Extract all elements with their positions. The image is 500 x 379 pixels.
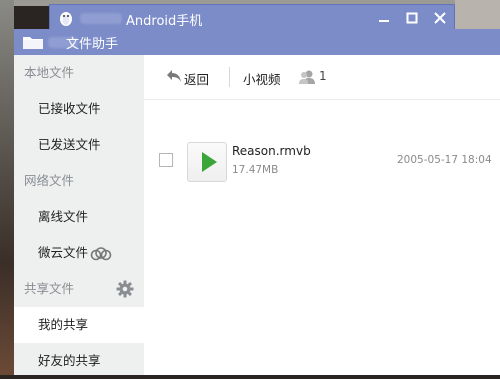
watermark-text: Baidu经验 [404,335,488,354]
sidebar: 本地文件 已接收文件 已发送文件 网络文件 离线文件 微云文件 共享文件 我的共… [14,55,144,375]
file-thumbnail[interactable] [187,142,227,182]
toolbar: 返回 小视频 1 [144,55,500,100]
users-icon[interactable] [298,69,316,85]
close-icon [434,12,446,24]
user-count: 1 [319,69,327,83]
sidebar-section-shared: 共享文件 [14,271,144,307]
gear-icon[interactable] [116,280,134,298]
sidebar-item-received[interactable]: 已接收文件 [14,91,144,127]
desktop-background-left [0,0,14,375]
sidebar-item-my-share[interactable]: 我的共享 [14,307,144,343]
android-phone-window: Android手机 [49,4,455,31]
blurred-device-name [80,13,122,24]
file-select-checkbox[interactable] [159,153,173,167]
desktop-background-right [455,0,500,30]
back-label: 返回 [184,72,210,87]
back-arrow-icon [167,70,181,82]
sidebar-item-weiyun-label: 微云文件 [38,245,89,260]
phone-window-title: Android手机 [126,14,203,29]
sidebar-item-friends-share[interactable]: 好友的共享 [14,343,144,379]
small-video-button[interactable]: 小视频 [243,69,281,88]
close-button[interactable] [432,10,448,26]
minimize-button[interactable] [376,10,392,26]
sidebar-item-sent[interactable]: 已发送文件 [14,127,144,163]
sidebar-item-offline[interactable]: 离线文件 [14,199,144,235]
maximize-button[interactable] [404,10,420,26]
file-name[interactable]: Reason.rmvb [232,144,311,158]
file-window-title: 文件助手 [66,37,119,52]
folder-icon [23,37,43,49]
file-window-titlebar: 文件助手 [14,29,500,55]
sidebar-section-local: 本地文件 [24,65,75,80]
file-date: 2005-05-17 18:04 [397,154,492,166]
minimize-icon [379,20,389,22]
sidebar-item-weiyun[interactable]: 微云文件 [14,235,144,271]
maximize-icon [406,12,418,24]
play-icon [202,152,217,172]
sidebar-section-shared-label: 共享文件 [24,281,75,296]
sidebar-section-network: 网络文件 [24,173,75,188]
baidu-watermark: Baidu经验 jingyan.baidu.com [376,326,488,369]
toolbar-divider [229,67,230,87]
watermark-url: jingyan.baidu.com [397,359,481,369]
qq-penguin-icon [60,12,72,26]
weiyun-cloud-icon [90,247,112,261]
file-size: 17.47MB [232,164,279,176]
